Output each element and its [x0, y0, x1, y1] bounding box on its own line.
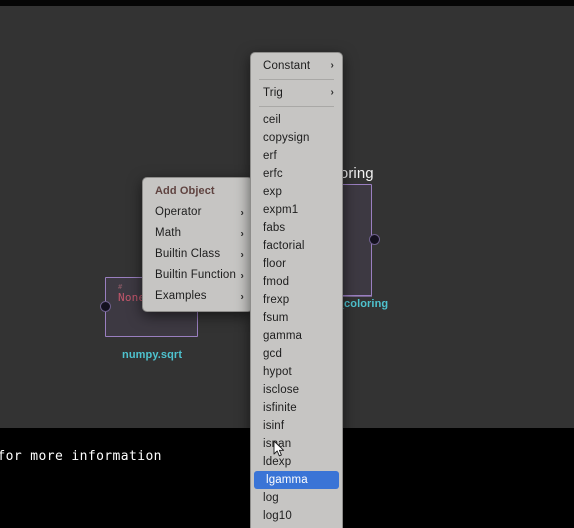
menu-item-isfinite[interactable]: isfinite [251, 399, 342, 417]
menu-item-label: Math [155, 227, 182, 239]
menu-item-lgamma[interactable]: lgamma [254, 471, 339, 489]
node-comment-marker: # [118, 283, 123, 291]
menu-item-label: factorial [263, 240, 305, 252]
menu-item-floor[interactable]: floor [251, 255, 342, 273]
menu-item-hypot[interactable]: hypot [251, 363, 342, 381]
menu-item-label: Builtin Function [155, 269, 237, 281]
menu-item-isinf[interactable]: isinf [251, 417, 342, 435]
context-menu-add-object[interactable]: Add Object Operator › Math › Builtin Cla… [142, 177, 253, 312]
node-numpy-sqrt-title: numpy.sqrt [122, 349, 183, 361]
menu-item-builtin-function[interactable]: Builtin Function › [143, 265, 252, 286]
menu-item-constant[interactable]: Constant › [251, 57, 342, 75]
node-body [339, 185, 371, 295]
menu-item-label: Operator [155, 206, 202, 218]
menu-item-isnan[interactable]: isnan [251, 435, 342, 453]
terminal-output-line: ense" for more information [0, 449, 162, 464]
menu-item-label: expm1 [263, 204, 299, 216]
node-domain-coloring-output-port[interactable] [369, 234, 380, 245]
menu-item-label: Constant [263, 60, 311, 72]
chevron-right-icon: › [330, 87, 334, 98]
menu-item-factorial[interactable]: factorial [251, 237, 342, 255]
menu-item-label: gcd [263, 348, 282, 360]
menu-item-label: Trig [263, 87, 283, 99]
menu-item-label: lgamma [266, 474, 308, 486]
menu-item-examples[interactable]: Examples › [143, 286, 252, 307]
menu-item-copysign[interactable]: copysign [251, 129, 342, 147]
chevron-right-icon: › [240, 249, 244, 260]
menu-item-log[interactable]: log [251, 489, 342, 507]
menu-item-label: isfinite [263, 402, 297, 414]
menu-item-fabs[interactable]: fabs [251, 219, 342, 237]
menu-item-math[interactable]: Math › [143, 223, 252, 244]
menu-item-erfc[interactable]: erfc [251, 165, 342, 183]
menu-item-label: floor [263, 258, 287, 270]
menu-item-label: fsum [263, 312, 289, 324]
menu-separator [259, 106, 334, 107]
menu-item-label: frexp [263, 294, 290, 306]
menu-item-exp[interactable]: exp [251, 183, 342, 201]
context-menu-header: Add Object [155, 185, 215, 197]
menu-item-frexp[interactable]: frexp [251, 291, 342, 309]
menu-item-label: log [263, 492, 279, 504]
menu-item-erf[interactable]: erf [251, 147, 342, 165]
menu-item-ceil[interactable]: ceil [251, 111, 342, 129]
menu-item-isclose[interactable]: isclose [251, 381, 342, 399]
chevron-right-icon: › [240, 207, 244, 218]
context-menu-math[interactable]: Constant › Trig › ceil copysign erf erfc exp expm… [250, 52, 343, 528]
menu-item-label: isnan [263, 438, 292, 450]
chevron-right-icon: › [240, 270, 244, 281]
menu-item-label: copysign [263, 132, 310, 144]
menu-item-ldexp[interactable]: ldexp [251, 453, 342, 471]
menu-item-fmod[interactable]: fmod [251, 273, 342, 291]
menu-item-label: isinf [263, 420, 285, 432]
menu-item-label: isclose [263, 384, 300, 396]
node-numpy-sqrt-input-port[interactable] [100, 301, 111, 312]
chevron-right-icon: › [240, 291, 244, 302]
math-menu-body: Constant › Trig › ceil copysign erf erfc exp expm… [251, 57, 342, 528]
menu-separator [259, 79, 334, 80]
screen: ense" for more information oloring n_col… [0, 0, 574, 528]
chevron-right-icon: › [240, 228, 244, 239]
menu-item-expm1[interactable]: expm1 [251, 201, 342, 219]
menu-item-label: exp [263, 186, 282, 198]
menu-item-label: fabs [263, 222, 286, 234]
menu-item-label: Builtin Class [155, 248, 221, 260]
chevron-right-icon: › [330, 60, 334, 71]
node-domain-coloring[interactable] [338, 184, 372, 296]
menu-item-label: erf [263, 150, 277, 162]
menu-item-gcd[interactable]: gcd [251, 345, 342, 363]
menu-item-fsum[interactable]: fsum [251, 309, 342, 327]
menu-item-operator[interactable]: Operator › [143, 202, 252, 223]
menu-item-label: log10 [263, 510, 292, 522]
menu-item-label: fmod [263, 276, 290, 288]
menu-item-label: hypot [263, 366, 292, 378]
menu-item-gamma[interactable]: gamma [251, 327, 342, 345]
menu-item-label: gamma [263, 330, 303, 342]
menu-item-trig[interactable]: Trig › [251, 84, 342, 102]
menu-item-label: ldexp [263, 456, 292, 468]
menu-item-log10[interactable]: log10 [251, 507, 342, 525]
menu-item-label: Examples [155, 290, 207, 302]
menu-item-label: erfc [263, 168, 283, 180]
menu-item-builtin-class[interactable]: Builtin Class › [143, 244, 252, 265]
menu-item-label: ceil [263, 114, 281, 126]
